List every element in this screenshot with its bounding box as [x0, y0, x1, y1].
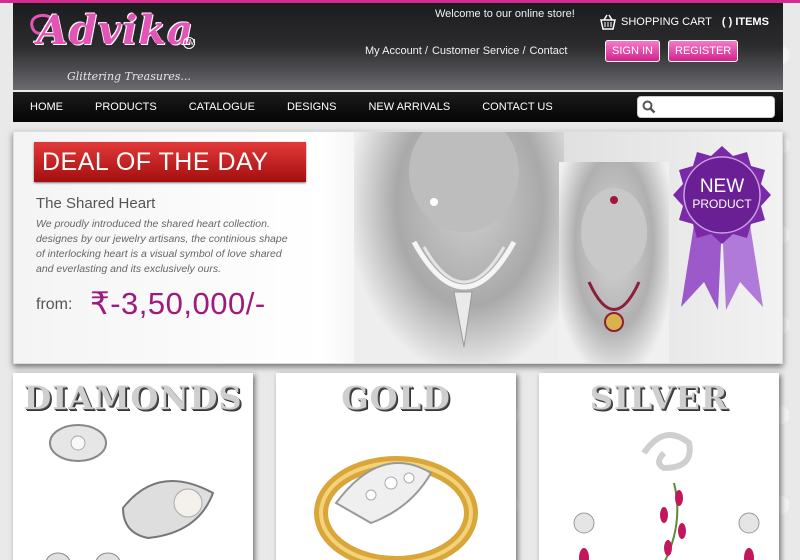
- model-image-pendant: [559, 162, 669, 363]
- category-title-gold: Gold: [341, 379, 451, 417]
- deal-description: We proudly introduced the shared heart c…: [36, 218, 288, 275]
- shopping-cart[interactable]: SHOPPING CART ( ) ITEMS: [599, 14, 769, 30]
- welcome-text: Welcome to our online store!: [435, 8, 575, 20]
- deal-title: The Shared Heart: [36, 195, 156, 212]
- nav-products[interactable]: PRODUCTS: [79, 101, 173, 113]
- category-title-silver: Silver: [589, 379, 729, 417]
- logo[interactable]: Advika TM Glittering Treasures...: [23, 7, 203, 87]
- site-header: Advika TM Glittering Treasures... Welcom…: [13, 3, 783, 90]
- basket-icon: [600, 14, 616, 30]
- account-links: My Account / Customer Service / Contact: [365, 45, 567, 57]
- price-from-label: from:: [36, 296, 73, 313]
- deal-banner[interactable]: DEAL OF THE DAY The Shared Heart We prou…: [13, 131, 783, 364]
- nav-designs[interactable]: DESIGNS: [271, 101, 353, 113]
- pendant-necklace-icon: [581, 188, 647, 332]
- nav-catalogue[interactable]: CATALOGUE: [173, 101, 271, 113]
- search-input[interactable]: [658, 98, 768, 116]
- silver-earrings-icon: [573, 432, 760, 560]
- diamond-necklace-icon: [409, 132, 519, 348]
- category-card-silver[interactable]: Silver: [539, 373, 779, 560]
- customer-service-link[interactable]: Customer Service /: [432, 45, 526, 57]
- badge-new-text: NEW: [700, 176, 744, 197]
- cart-label: SHOPPING CART: [621, 16, 712, 28]
- category-title-diamonds: Diamonds: [23, 379, 243, 417]
- contact-link[interactable]: Contact: [530, 45, 568, 57]
- logo-text: Advika: [37, 7, 195, 54]
- category-card-diamonds[interactable]: Diamonds: [13, 373, 253, 560]
- trademark-icon: TM: [183, 37, 196, 49]
- cart-count: ( ) ITEMS: [721, 16, 769, 28]
- nav-contact-us[interactable]: CONTACT US: [466, 101, 569, 113]
- gold-ring-icon: [314, 456, 478, 560]
- search-box: [637, 96, 775, 118]
- nav-new-arrivals[interactable]: NEW ARRIVALS: [352, 101, 466, 113]
- deal-of-the-day-label: DEAL OF THE DAY: [34, 142, 306, 182]
- my-account-link[interactable]: My Account /: [365, 45, 428, 57]
- model-image-necklace: [354, 132, 564, 363]
- new-product-badge: NEW PRODUCT: [673, 146, 771, 310]
- logo-tagline: Glittering Treasures...: [67, 70, 191, 83]
- nav-home[interactable]: HOME: [13, 101, 79, 113]
- diamond-earrings-icon: [46, 424, 215, 560]
- main-nav: HOME PRODUCTS CATALOGUE DESIGNS NEW ARRI…: [13, 92, 783, 122]
- register-button[interactable]: REGISTER: [668, 40, 739, 62]
- badge-product-text: PRODUCT: [692, 197, 752, 211]
- search-icon[interactable]: [642, 100, 656, 114]
- deal-price: ₹-3,50,000/-: [90, 286, 266, 321]
- category-card-gold[interactable]: Gold: [276, 373, 516, 560]
- sign-in-button[interactable]: SIGN IN: [605, 40, 660, 62]
